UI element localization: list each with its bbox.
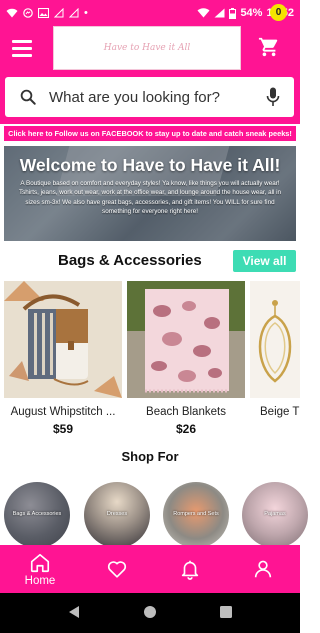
product-name: Beige Th xyxy=(260,406,300,418)
signal-off-icon xyxy=(69,8,79,18)
category-dresses[interactable]: Dresses xyxy=(84,482,150,548)
hamburger-icon xyxy=(12,40,32,43)
app-header: Have to Have it All 0 xyxy=(0,4,300,72)
category-label: Dresses xyxy=(106,511,128,517)
category-label: Pajamas xyxy=(264,511,286,517)
product-price: $59 xyxy=(52,422,74,436)
logo-text: Have to Have it All xyxy=(103,43,191,53)
category-label: Rompers and Sets xyxy=(173,511,219,517)
product-image[interactable] xyxy=(127,281,245,398)
battery-percent: 54% xyxy=(240,7,263,19)
hero-title: Welcome to Have to Have it All! xyxy=(19,155,281,175)
wifi-icon xyxy=(6,8,18,18)
bell-icon xyxy=(181,560,199,580)
product-card[interactable]: Beach Blankets $26 xyxy=(127,281,245,436)
search-input[interactable] xyxy=(49,88,266,106)
cart-count-badge: 0 xyxy=(270,4,287,21)
category-pajamas[interactable]: Pajamas xyxy=(242,482,308,548)
earring-image xyxy=(250,281,300,398)
hero-description: A Boutique based on comfort and everyday… xyxy=(18,180,282,216)
system-navigation-bar xyxy=(0,593,300,633)
product-image[interactable] xyxy=(250,281,300,398)
microphone-icon[interactable] xyxy=(266,87,280,107)
heart-icon xyxy=(107,561,127,578)
dot-icon: • xyxy=(84,6,88,19)
bottom-navigation: Home xyxy=(0,545,300,593)
view-all-button[interactable]: View all xyxy=(233,250,296,272)
recents-icon[interactable] xyxy=(219,605,233,619)
search-box[interactable] xyxy=(5,77,294,117)
blanket-image xyxy=(127,281,245,398)
battery-icon xyxy=(229,7,237,19)
signal-icon xyxy=(214,8,225,18)
nav-account[interactable] xyxy=(243,545,283,593)
messenger-icon xyxy=(23,8,33,18)
product-image[interactable] xyxy=(4,281,122,398)
welcome-banner: Welcome to Have to Have it All! A Boutiq… xyxy=(4,146,296,241)
shop-for-title: Shop For xyxy=(121,449,179,464)
nav-notifications[interactable] xyxy=(170,545,210,593)
product-card[interactable]: Beige Th xyxy=(250,281,300,418)
account-icon xyxy=(254,560,272,578)
product-name: Beach Blankets xyxy=(146,406,226,418)
cart-icon[interactable] xyxy=(258,36,280,58)
wifi-icon xyxy=(197,8,210,18)
search-bar xyxy=(0,72,300,124)
nav-wishlist[interactable] xyxy=(97,545,137,593)
back-icon[interactable] xyxy=(67,605,81,619)
category-rompers-sets[interactable]: Rompers and Sets xyxy=(163,482,229,548)
bag-image xyxy=(4,281,122,398)
facebook-promo-link[interactable]: Click here to Follow us on FACEBOOK to s… xyxy=(4,126,296,141)
search-icon[interactable] xyxy=(19,88,37,106)
store-logo[interactable]: Have to Have it All xyxy=(53,26,241,70)
product-price: $26 xyxy=(175,422,197,436)
category-bags-accessories[interactable]: Bags & Accessories xyxy=(4,482,70,548)
nav-home[interactable]: Home xyxy=(10,545,70,593)
status-bar: • 54% 11:52 xyxy=(0,0,300,26)
signal-off-icon xyxy=(54,8,64,18)
home-circle-icon[interactable] xyxy=(143,605,157,619)
product-name: August Whipstitch ... xyxy=(10,406,116,418)
category-label: Bags & Accessories xyxy=(12,511,62,517)
menu-button[interactable] xyxy=(12,40,32,57)
product-card[interactable]: August Whipstitch ... $59 xyxy=(4,281,122,436)
image-icon xyxy=(38,8,49,18)
section-title: Bags & Accessories xyxy=(58,252,202,269)
home-icon xyxy=(30,553,50,572)
nav-home-label: Home xyxy=(24,574,56,587)
